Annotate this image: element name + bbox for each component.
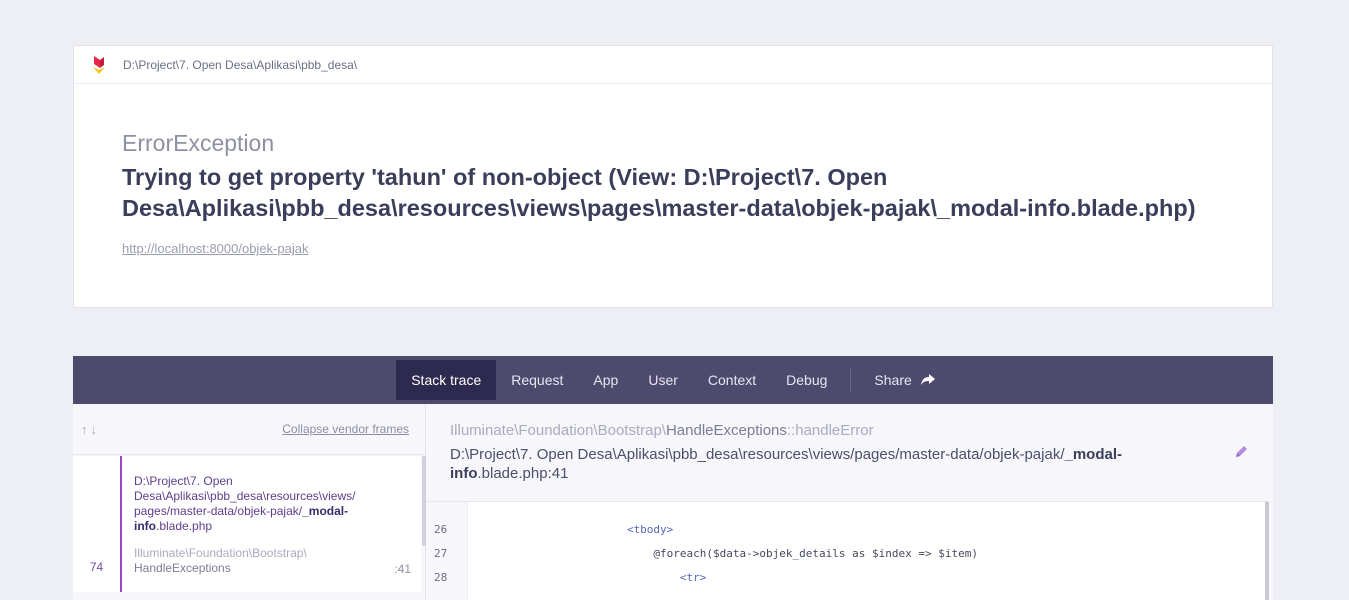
ignition-logo-icon bbox=[93, 55, 105, 74]
exception-message: Trying to get property 'tahun' of non-ob… bbox=[122, 164, 1196, 221]
frame-detail: Illuminate\Foundation\Bootstrap\HandleEx… bbox=[426, 404, 1273, 600]
frame-body: D:\Project\7. Open Desa\Aplikasi\pbb_des… bbox=[122, 456, 421, 592]
project-path: D:\Project\7. Open Desa\Aplikasi\pbb_des… bbox=[123, 57, 358, 72]
detail-header: Illuminate\Foundation\Bootstrap\HandleEx… bbox=[426, 404, 1273, 501]
arrow-down-icon[interactable]: ↓ bbox=[91, 422, 98, 437]
tabs-bar: Stack trace Request App User Context Deb… bbox=[73, 356, 1273, 404]
tab-stack-trace[interactable]: Stack trace bbox=[396, 360, 497, 400]
arrow-up-icon[interactable]: ↑ bbox=[81, 422, 88, 437]
tab-request[interactable]: Request bbox=[496, 360, 578, 400]
code-line: <tbody> bbox=[468, 523, 674, 536]
frame-line-number: :41 bbox=[394, 562, 411, 576]
error-card: D:\Project\7. Open Desa\Aplikasi\pbb_des… bbox=[73, 45, 1273, 308]
frame-class: Illuminate\Foundation\Bootstrap\ HandleE… bbox=[134, 546, 307, 575]
collapse-vendor-frames-link[interactable]: Collapse vendor frames bbox=[282, 422, 409, 436]
share-button[interactable]: Share bbox=[859, 360, 949, 400]
tab-separator bbox=[850, 367, 852, 393]
line-number: 26 bbox=[434, 523, 448, 536]
trace-panel: Stack trace Request App User Context Deb… bbox=[73, 356, 1273, 600]
request-url-link[interactable]: http://localhost:8000/objek-pajak bbox=[122, 241, 308, 256]
tab-user[interactable]: User bbox=[633, 360, 693, 400]
frames-column: ↑ ↓ Collapse vendor frames 74 D:\Project… bbox=[73, 404, 426, 600]
frame-number: 74 bbox=[73, 456, 122, 592]
code-gutter: 26 27 28 bbox=[426, 502, 468, 600]
detail-class: Illuminate\Foundation\Bootstrap\HandleEx… bbox=[450, 422, 874, 439]
code-lines: <tbody> @foreach($data->objek_details as… bbox=[468, 502, 1269, 600]
line-number: 28 bbox=[434, 571, 448, 584]
exception-class: ErrorException bbox=[122, 130, 275, 156]
frame-item[interactable]: 74 D:\Project\7. Open Desa\Aplikasi\pbb_… bbox=[73, 456, 421, 592]
line-number: 27 bbox=[434, 547, 448, 560]
tab-debug[interactable]: Debug bbox=[771, 360, 842, 400]
detail-file: D:\Project\7. Open Desa\Aplikasi\pbb_des… bbox=[450, 446, 1122, 482]
code-line: <tr> bbox=[468, 571, 707, 584]
card-header: D:\Project\7. Open Desa\Aplikasi\pbb_des… bbox=[74, 46, 1272, 84]
share-arrow-icon bbox=[920, 374, 935, 385]
code-viewer: 26 27 28 <tbody> @foreach($data->objek_d… bbox=[426, 501, 1269, 600]
frames-toolbar: ↑ ↓ Collapse vendor frames bbox=[73, 404, 425, 455]
frame-file: D:\Project\7. Open Desa\Aplikasi\pbb_des… bbox=[134, 474, 356, 533]
share-label: Share bbox=[874, 372, 912, 388]
pencil-edit-icon[interactable] bbox=[1234, 444, 1249, 459]
code-line: @foreach($data->objek_details as $index … bbox=[468, 547, 978, 560]
tab-context[interactable]: Context bbox=[693, 360, 771, 400]
frame-nav: ↑ ↓ bbox=[81, 422, 97, 437]
tabs: Stack trace Request App User Context Deb… bbox=[396, 356, 950, 404]
tab-app[interactable]: App bbox=[578, 360, 633, 400]
code-scrollbar[interactable] bbox=[1265, 502, 1269, 600]
